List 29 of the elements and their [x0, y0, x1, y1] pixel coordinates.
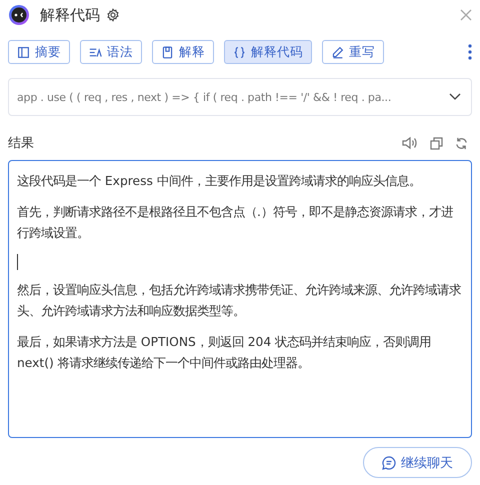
result-label: 结果 [8, 135, 35, 152]
tab[interactable]: 解释代码 [224, 40, 312, 64]
braces-icon [233, 46, 246, 58]
result-paragraph: 然后，设置响应头信息，包括允许跨域请求携带凭证、允许跨域来源、允许跨域请求头、允许跨域请求方法和响应数据类型等。 [17, 282, 462, 320]
chevron-icon [449, 93, 461, 101]
close-icon[interactable] [460, 9, 472, 21]
result-paragraph: 首先，判断请求路径不是根路径且不包含点（.）符号，即不是静态资源请求，才进行跨域设置。 [17, 204, 454, 242]
speaker-icon[interactable] [402, 136, 418, 150]
tab[interactable]: 解释 [152, 40, 214, 64]
more-icon[interactable] [468, 44, 472, 60]
result-paragraph: 最后，如果请求方法是 OPTIONS，则返回 204 状态码并结束响应，否则调用 next() 将请求继续传递给下一个中间件或路由处理器。 [17, 334, 432, 372]
pencil-icon [331, 46, 344, 58]
tab[interactable]: 语法 [80, 40, 142, 64]
settings-icon[interactable] [106, 8, 120, 22]
copy-icon[interactable] [430, 136, 443, 150]
logo-icon [8, 4, 30, 26]
result-paragraph: 这段代码是一个 Express 中间件，主要作用是设置跨域请求的响应头信息。 [17, 173, 422, 190]
result-box[interactable] [8, 160, 472, 438]
book-icon [161, 46, 174, 58]
panel-icon [17, 46, 30, 58]
window-title: 解释代码 [40, 6, 100, 24]
continue-chat-button[interactable]: 继续聊天 [363, 447, 472, 478]
refresh-icon[interactable] [455, 136, 468, 150]
text-cursor [17, 254, 18, 270]
text-lines-icon [89, 46, 102, 58]
tab[interactable]: 重写 [322, 40, 384, 64]
code-dropdown[interactable]: app . use ( ( req , res , next ) => { if ( req . path !== '/' && ! req . pa... [8, 78, 472, 116]
chat-icon [382, 456, 396, 470]
tab[interactable]: 摘要 [8, 40, 70, 64]
